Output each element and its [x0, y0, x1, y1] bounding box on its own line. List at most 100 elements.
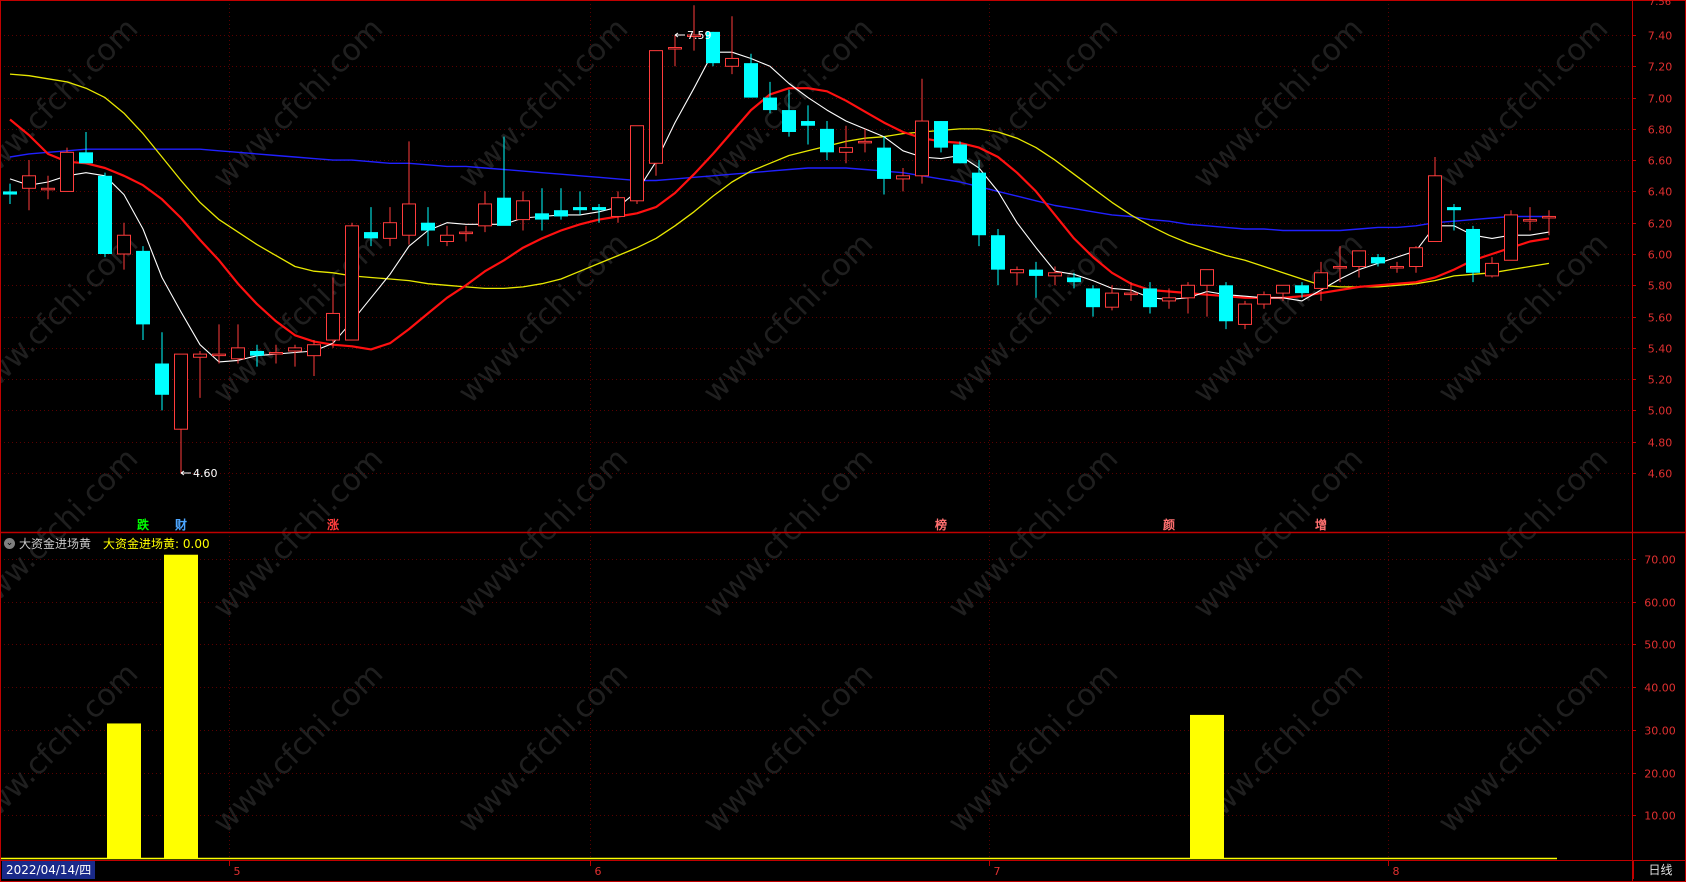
price-tick-label: 6.00: [1648, 249, 1673, 262]
candle-body-up: [440, 234, 454, 242]
watermark-text: www.cfchi.com: [206, 656, 390, 840]
candle[interactable]: [896, 167, 910, 192]
candle[interactable]: [725, 16, 739, 75]
candle[interactable]: [193, 350, 207, 398]
candle[interactable]: [98, 172, 112, 258]
indicator-bar[interactable]: [1190, 714, 1224, 858]
candle-body-down: [801, 121, 815, 126]
collapse-icon[interactable]: ⌄: [4, 537, 15, 549]
price-tick-label: 6.60: [1648, 155, 1673, 168]
candle[interactable]: [22, 160, 36, 211]
candle-body-down: [953, 144, 967, 164]
watermark-text: www.cfchi.com: [696, 656, 880, 840]
candle[interactable]: [41, 175, 55, 200]
month-tick-label: 7: [994, 865, 1001, 878]
candle[interactable]: [288, 344, 302, 367]
candle[interactable]: [421, 207, 435, 247]
value-tick-label: 10.00: [1644, 810, 1676, 823]
candle-body-up: [383, 222, 397, 239]
watermark-text: www.cfchi.com: [1431, 11, 1615, 195]
candle[interactable]: [820, 121, 834, 161]
candle[interactable]: [763, 81, 777, 114]
candle[interactable]: [60, 147, 74, 192]
candle-body-up: [231, 347, 245, 360]
indicator-bar[interactable]: [164, 554, 198, 858]
price-tick-label: 5.60: [1648, 312, 1673, 325]
candle-body-down: [934, 121, 948, 148]
candle[interactable]: [1010, 266, 1024, 286]
stock-chart[interactable]: www.cfchi.com www.cfchi.com www.cfchi.com w…: [0, 0, 1686, 882]
candle[interactable]: [1504, 210, 1518, 261]
candle[interactable]: [307, 340, 321, 377]
candle[interactable]: [155, 332, 169, 411]
candle[interactable]: [649, 50, 663, 176]
candle[interactable]: [535, 188, 549, 231]
price-tick-label: 4.60: [1648, 468, 1673, 481]
candle-body-down: [1219, 285, 1233, 322]
candle[interactable]: [231, 324, 245, 364]
candle-body-up: [1333, 266, 1347, 269]
candle[interactable]: [174, 353, 188, 473]
candle[interactable]: [1523, 207, 1537, 231]
candle[interactable]: [1238, 300, 1252, 330]
candle[interactable]: [668, 35, 682, 67]
watermark-text: www.cfchi.com: [941, 441, 1125, 625]
candle[interactable]: [440, 225, 454, 247]
candle[interactable]: [839, 125, 853, 164]
candle-body-down: [364, 232, 378, 239]
month-tick-label: 8: [1393, 865, 1400, 878]
value-tick-label: 70.00: [1644, 554, 1676, 567]
candle[interactable]: [459, 225, 473, 242]
candle[interactable]: [554, 188, 568, 220]
candle[interactable]: [402, 141, 416, 245]
period-selector[interactable]: 日线: [1633, 861, 1686, 879]
candle[interactable]: [877, 136, 891, 195]
candle[interactable]: [1485, 257, 1499, 278]
candle-body-up: [611, 197, 625, 217]
candle[interactable]: [1086, 285, 1100, 317]
event-marker[interactable]: 跌: [137, 517, 150, 532]
watermark-text: www.cfchi.com: [696, 441, 880, 625]
candle[interactable]: [573, 191, 587, 215]
candle[interactable]: [478, 191, 492, 233]
event-marker[interactable]: 颜: [1163, 517, 1175, 532]
candle[interactable]: [1409, 246, 1423, 273]
candle[interactable]: [136, 246, 150, 341]
candle[interactable]: [1143, 282, 1157, 314]
candle-body-up: [839, 147, 853, 153]
candle[interactable]: [1219, 282, 1233, 330]
candle[interactable]: [1181, 282, 1195, 314]
indicator-bar[interactable]: [107, 723, 141, 858]
candle[interactable]: [858, 128, 872, 153]
candle-body-up: [858, 140, 872, 144]
candle[interactable]: [972, 160, 986, 247]
candle-body-up: [1181, 284, 1195, 299]
event-marker[interactable]: 涨: [327, 517, 339, 532]
event-marker[interactable]: 榜: [935, 517, 947, 532]
candle-body-up: [1162, 297, 1176, 302]
candle-body-down: [136, 250, 150, 325]
watermark-text: www.cfchi.com: [1431, 226, 1615, 410]
candle[interactable]: [383, 207, 397, 247]
candle[interactable]: [915, 78, 929, 184]
candle[interactable]: [345, 222, 359, 341]
candle[interactable]: [991, 228, 1005, 286]
candle[interactable]: [516, 191, 530, 231]
candle-body-up: [269, 352, 283, 355]
candle[interactable]: [1352, 250, 1366, 278]
event-marker[interactable]: 财: [174, 517, 187, 532]
candle[interactable]: [3, 183, 17, 204]
candle[interactable]: [1542, 210, 1556, 236]
candle-body-down: [1466, 228, 1480, 273]
candle-body-up: [1105, 292, 1119, 308]
candle[interactable]: [630, 125, 644, 204]
candle[interactable]: [79, 131, 93, 164]
candle[interactable]: [953, 141, 967, 164]
event-marker[interactable]: 增: [1315, 517, 1327, 532]
candle-body-up: [478, 203, 492, 227]
candle[interactable]: [1390, 261, 1404, 273]
candle[interactable]: [687, 5, 701, 51]
candle[interactable]: [1447, 203, 1461, 231]
candle-body-up: [668, 47, 682, 50]
candle[interactable]: [934, 121, 948, 153]
